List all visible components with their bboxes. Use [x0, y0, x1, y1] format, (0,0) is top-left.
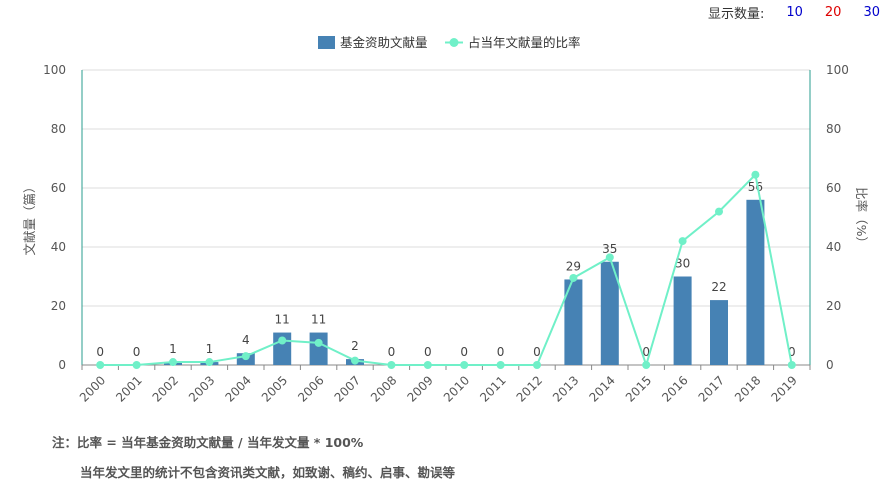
ratio-point	[787, 361, 796, 369]
ratio-point	[715, 207, 723, 216]
ratio-point	[423, 361, 432, 369]
x-tick-label: 2009	[404, 373, 435, 404]
ratio-point	[460, 361, 469, 369]
bar-value-label: 56	[748, 180, 763, 194]
x-tick-label: 2017	[696, 373, 727, 404]
ratio-point	[205, 358, 214, 367]
y2-axis-title: 比率（%）	[854, 187, 869, 249]
x-tick-label: 2014	[586, 373, 617, 404]
chart: 基金资助文献量 占当年文献量的比率 0 020 2040 4060 6080 80100 1…	[22, 35, 869, 405]
ratio-point	[678, 237, 687, 246]
y2-tick-label: 60	[826, 181, 841, 195]
x-tick-label: 2018	[732, 373, 763, 404]
ratio-point	[278, 336, 287, 345]
x-tick-label: 2012	[514, 373, 545, 404]
ratio-point	[642, 361, 651, 369]
ratio-point	[96, 361, 105, 369]
x-tick-label: 2011	[477, 373, 508, 404]
bar	[746, 199, 765, 365]
ratio-point	[241, 352, 250, 361]
bar-value-label: 0	[424, 345, 432, 359]
y2-tick-label: 20	[826, 299, 841, 313]
y-tick-label: 60	[51, 181, 66, 195]
ratio-point	[569, 273, 578, 282]
x-tick-label: 2015	[623, 373, 654, 404]
bar	[309, 332, 328, 365]
bar-value-label: 4	[242, 333, 250, 347]
bar	[673, 276, 692, 365]
y-tick-label: 100	[43, 63, 66, 77]
footnote-exclusion: 当年发文里的统计不包含资讯类文献，如致谢、稿约、启事、勘误等	[80, 465, 456, 480]
legend-line-dot	[449, 38, 459, 47]
bar-value-label: 11	[311, 313, 326, 327]
y2-tick-label: 0	[826, 358, 834, 372]
legend-line-label[interactable]: 占当年文献量的比率	[468, 35, 581, 50]
y-tick-label: 20	[51, 299, 66, 313]
y2-tick-label: 40	[826, 240, 841, 254]
bar-value-label: 1	[169, 342, 177, 356]
bar-value-label: 22	[711, 280, 726, 294]
x-tick-label: 2006	[295, 373, 326, 404]
bar	[710, 300, 728, 365]
bar-value-label: 11	[275, 313, 290, 327]
ratio-point	[387, 361, 396, 369]
x-tick-label: 2004	[222, 373, 253, 404]
bar-value-label: 0	[460, 345, 468, 359]
ratio-point	[351, 356, 359, 365]
x-tick-label: 2007	[332, 373, 363, 404]
bar-value-label: 0	[133, 345, 141, 359]
ratio-point	[132, 361, 141, 369]
axes: 0 020 2040 4060 6080 80100 1002000 2001 2002 2003…	[43, 63, 849, 405]
y-tick-label: 80	[51, 122, 66, 136]
grid	[82, 69, 810, 307]
bar-value-label: 29	[566, 259, 581, 273]
legend: 基金资助文献量 占当年文献量的比率	[318, 35, 581, 50]
x-tick-label: 2003	[186, 373, 217, 404]
ratio-point	[496, 361, 505, 369]
y-tick-label: 40	[51, 240, 66, 254]
y2-tick-label: 80	[826, 122, 841, 136]
bar-value-label: 0	[388, 345, 396, 359]
bar-value-label: 2	[351, 339, 359, 353]
x-tick-label: 2001	[113, 373, 144, 404]
legend-bar-label[interactable]: 基金资助文献量	[340, 35, 428, 50]
bar-value-label: 0	[497, 345, 505, 359]
x-tick-label: 2000	[77, 373, 108, 404]
bar-value-label: 0	[96, 345, 104, 359]
ratio-point	[314, 338, 323, 347]
x-tick-label: 2005	[259, 373, 290, 404]
x-tick-label: 2002	[150, 373, 181, 404]
legend-bar-swatch[interactable]	[318, 36, 335, 49]
y-axis-title: 文献量（篇）	[22, 180, 37, 255]
ratio-point	[605, 253, 614, 262]
y2-tick-label: 100	[826, 63, 849, 77]
ratio-point	[533, 361, 541, 369]
x-tick-label: 2016	[659, 373, 690, 404]
bar-value-label: 1	[206, 342, 214, 356]
ratio-point	[751, 170, 760, 179]
x-tick-label: 2010	[441, 373, 472, 404]
ratio-point	[169, 358, 177, 367]
x-tick-label: 2013	[550, 373, 581, 404]
x-tick-label: 2008	[368, 373, 399, 404]
footnote-ratio: 注：比率 = 当年基金资助文献量 / 当年发文量 * 100%	[52, 435, 364, 450]
y-tick-label: 0	[58, 358, 66, 372]
x-tick-label: 2019	[768, 373, 799, 404]
bars	[164, 199, 765, 365]
